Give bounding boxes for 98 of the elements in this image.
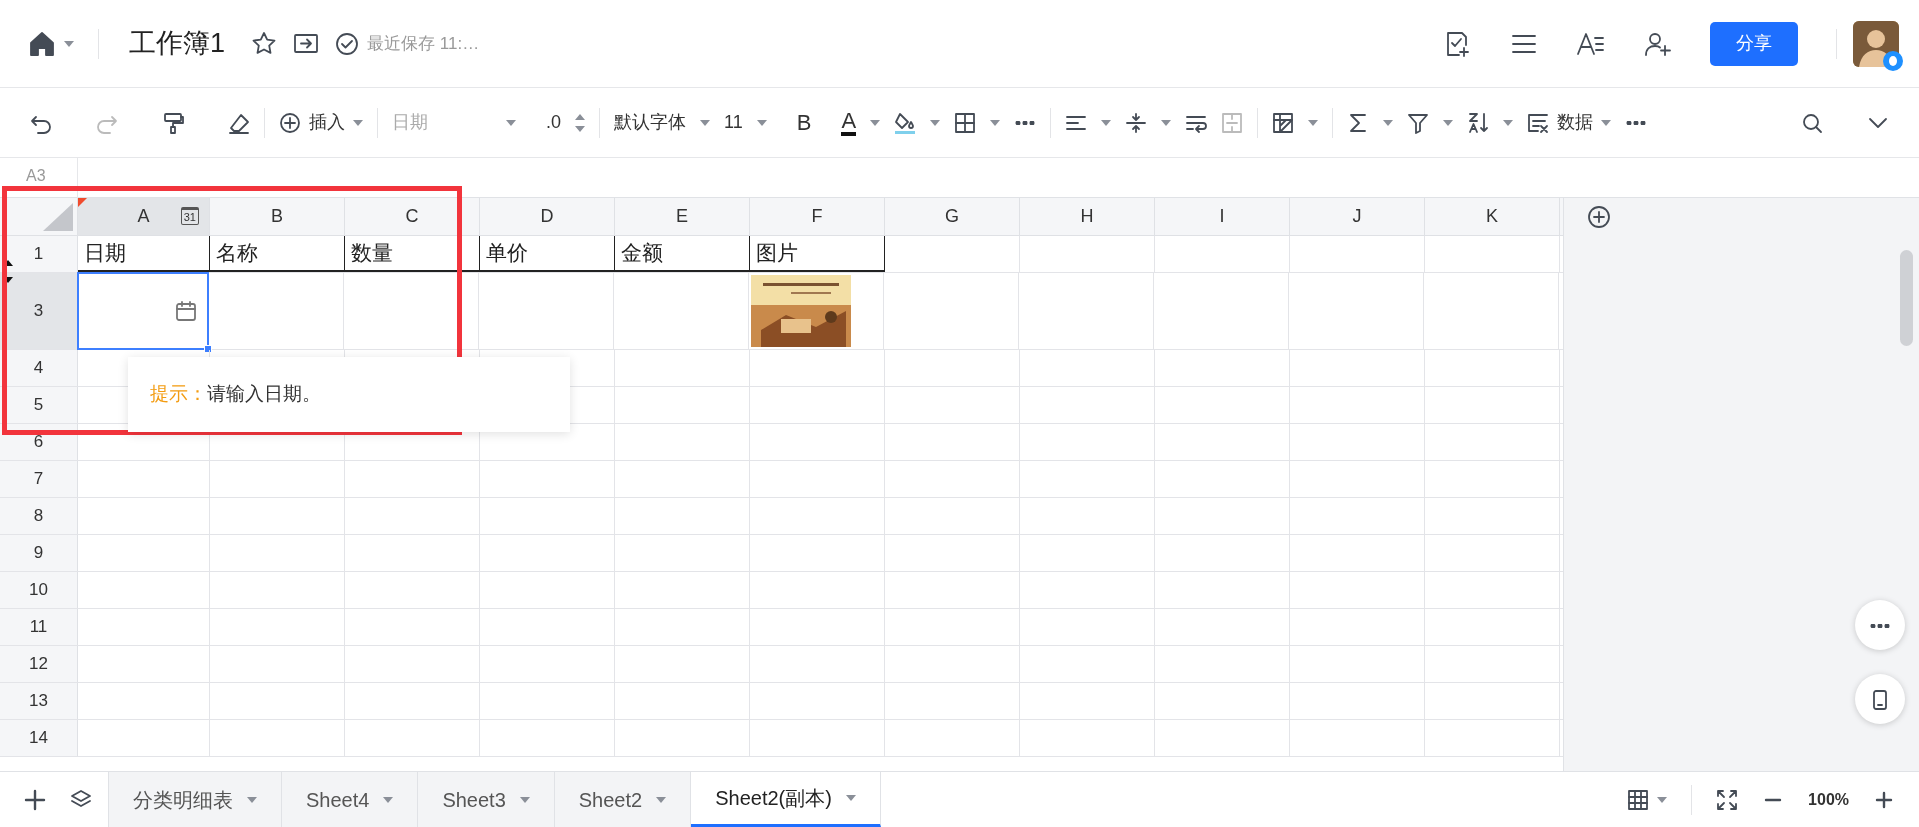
caret-icon[interactable] — [1657, 796, 1668, 803]
caret-icon[interactable] — [247, 796, 257, 803]
save-status: 最近保存 11:… — [367, 32, 480, 55]
hint-label: 提示： — [150, 382, 207, 407]
row-header[interactable]: 12 — [0, 646, 78, 682]
font-color-button[interactable]: A — [841, 109, 857, 136]
grid-view-icon[interactable] — [1627, 788, 1650, 811]
row-header[interactable]: 13 — [0, 683, 78, 719]
caret-icon[interactable] — [383, 796, 394, 803]
add-sheet-icon[interactable] — [24, 788, 46, 811]
share-button[interactable]: 分享 — [1710, 21, 1798, 66]
sort-icon[interactable] — [1467, 110, 1490, 135]
search-icon[interactable] — [1801, 111, 1823, 134]
column-header[interactable]: C — [345, 198, 480, 235]
row-header[interactable]: 7 — [0, 461, 78, 497]
caret-icon[interactable] — [353, 119, 363, 126]
column-header[interactable]: J — [1290, 198, 1425, 235]
sheet-tab[interactable]: Sheet3 — [418, 772, 555, 827]
more-icon[interactable] — [1625, 120, 1648, 125]
caret-icon[interactable] — [64, 41, 74, 48]
check-circle-icon — [335, 31, 360, 56]
star-icon[interactable] — [251, 30, 278, 57]
column-header[interactable]: G — [885, 198, 1020, 235]
row-header[interactable]: 10 — [0, 572, 78, 608]
caret-icon[interactable] — [1503, 119, 1514, 126]
sheet-tab[interactable]: Sheet2(副本) — [691, 772, 881, 827]
column-header[interactable]: A 31 — [78, 198, 210, 235]
data-menu-button[interactable]: 数据 — [1527, 109, 1612, 136]
add-column-icon[interactable] — [1587, 205, 1611, 229]
more-icon[interactable] — [1014, 120, 1037, 125]
row-header[interactable]: 3 — [0, 273, 78, 349]
home-icon[interactable] — [28, 29, 56, 58]
decimal-button[interactable]: .0 — [546, 109, 561, 136]
more-icon[interactable] — [1869, 623, 1891, 628]
scrollbar[interactable] — [1900, 250, 1913, 346]
calendar-icon[interactable] — [175, 300, 197, 322]
cell-text: 数量 — [351, 240, 393, 267]
row-header[interactable]: 14 — [0, 720, 78, 756]
cell-text: 单价 — [486, 240, 528, 267]
row-header[interactable]: 9 — [0, 535, 78, 571]
cell-text: 图片 — [756, 240, 798, 267]
sheet-tab[interactable]: Sheet4 — [282, 772, 419, 827]
caret-icon[interactable] — [700, 119, 710, 126]
column-header[interactable]: I — [1155, 198, 1290, 235]
mobile-view-button[interactable] — [1855, 674, 1905, 724]
caret-icon[interactable] — [1101, 119, 1112, 126]
hint-text: 请输入日期。 — [207, 382, 321, 407]
active-cell[interactable] — [77, 272, 209, 350]
chat-badge-icon — [1883, 50, 1903, 71]
caret-icon[interactable] — [756, 119, 767, 126]
task-add-icon[interactable] — [1444, 29, 1472, 58]
caret-icon[interactable] — [930, 119, 941, 126]
insert-button[interactable]: 插入 — [279, 109, 363, 136]
caret-icon[interactable] — [656, 796, 667, 803]
eraser-icon[interactable] — [228, 111, 250, 134]
row-header[interactable]: 11 — [0, 609, 78, 645]
calendar-icon[interactable]: 31 — [180, 207, 199, 225]
caret-icon[interactable] — [990, 119, 1001, 126]
column-header[interactable]: B — [210, 198, 345, 235]
column-header[interactable]: D — [480, 198, 615, 235]
row-header[interactable]: 5 — [0, 387, 78, 423]
cell-text: 名称 — [216, 240, 258, 267]
font-dropdown[interactable]: 默认字体 — [614, 109, 686, 136]
caret-icon[interactable] — [1383, 119, 1394, 126]
fill-color-icon[interactable] — [894, 110, 917, 135]
plus-circle-icon — [279, 111, 301, 134]
column-header[interactable]: K — [1425, 198, 1560, 235]
caret-icon[interactable] — [519, 796, 530, 803]
merge-cells-icon — [1221, 111, 1244, 134]
caret-icon[interactable] — [1308, 119, 1319, 126]
cell-text: 日期 — [84, 240, 126, 267]
row-header[interactable]: 1 — [0, 236, 78, 272]
column-header[interactable]: F — [750, 198, 885, 235]
filter-icon[interactable] — [1407, 111, 1430, 134]
caret-icon[interactable] — [1161, 119, 1172, 126]
cell-text: 金额 — [621, 240, 663, 267]
document-title: 工作簿1 — [129, 27, 226, 61]
font-size-dropdown[interactable]: 11 — [724, 109, 743, 136]
bold-button[interactable]: B — [796, 106, 812, 139]
sheet-tab[interactable]: 分类明细表 — [109, 772, 282, 827]
zoom-level: 100% — [1808, 789, 1849, 810]
freeze-icon[interactable] — [1272, 111, 1295, 134]
caret-icon[interactable] — [1443, 119, 1454, 126]
vertical-align-icon[interactable] — [1125, 111, 1148, 134]
fullscreen-icon[interactable] — [1716, 788, 1739, 811]
format-painter-icon[interactable] — [162, 111, 184, 134]
column-header[interactable]: H — [1020, 198, 1155, 235]
caret-icon[interactable] — [506, 119, 516, 126]
column-header[interactable]: E — [615, 198, 750, 235]
fill-handle[interactable] — [204, 345, 212, 353]
data-tools-icon — [1527, 111, 1550, 134]
caret-icon[interactable] — [845, 795, 856, 801]
row-header[interactable]: 4 — [0, 350, 78, 386]
caret-icon[interactable] — [870, 119, 881, 126]
borders-icon[interactable] — [954, 111, 977, 134]
sheet-tab[interactable]: Sheet2 — [554, 772, 692, 827]
caret-icon[interactable] — [1601, 119, 1612, 126]
row-header[interactable]: 8 — [0, 498, 78, 534]
